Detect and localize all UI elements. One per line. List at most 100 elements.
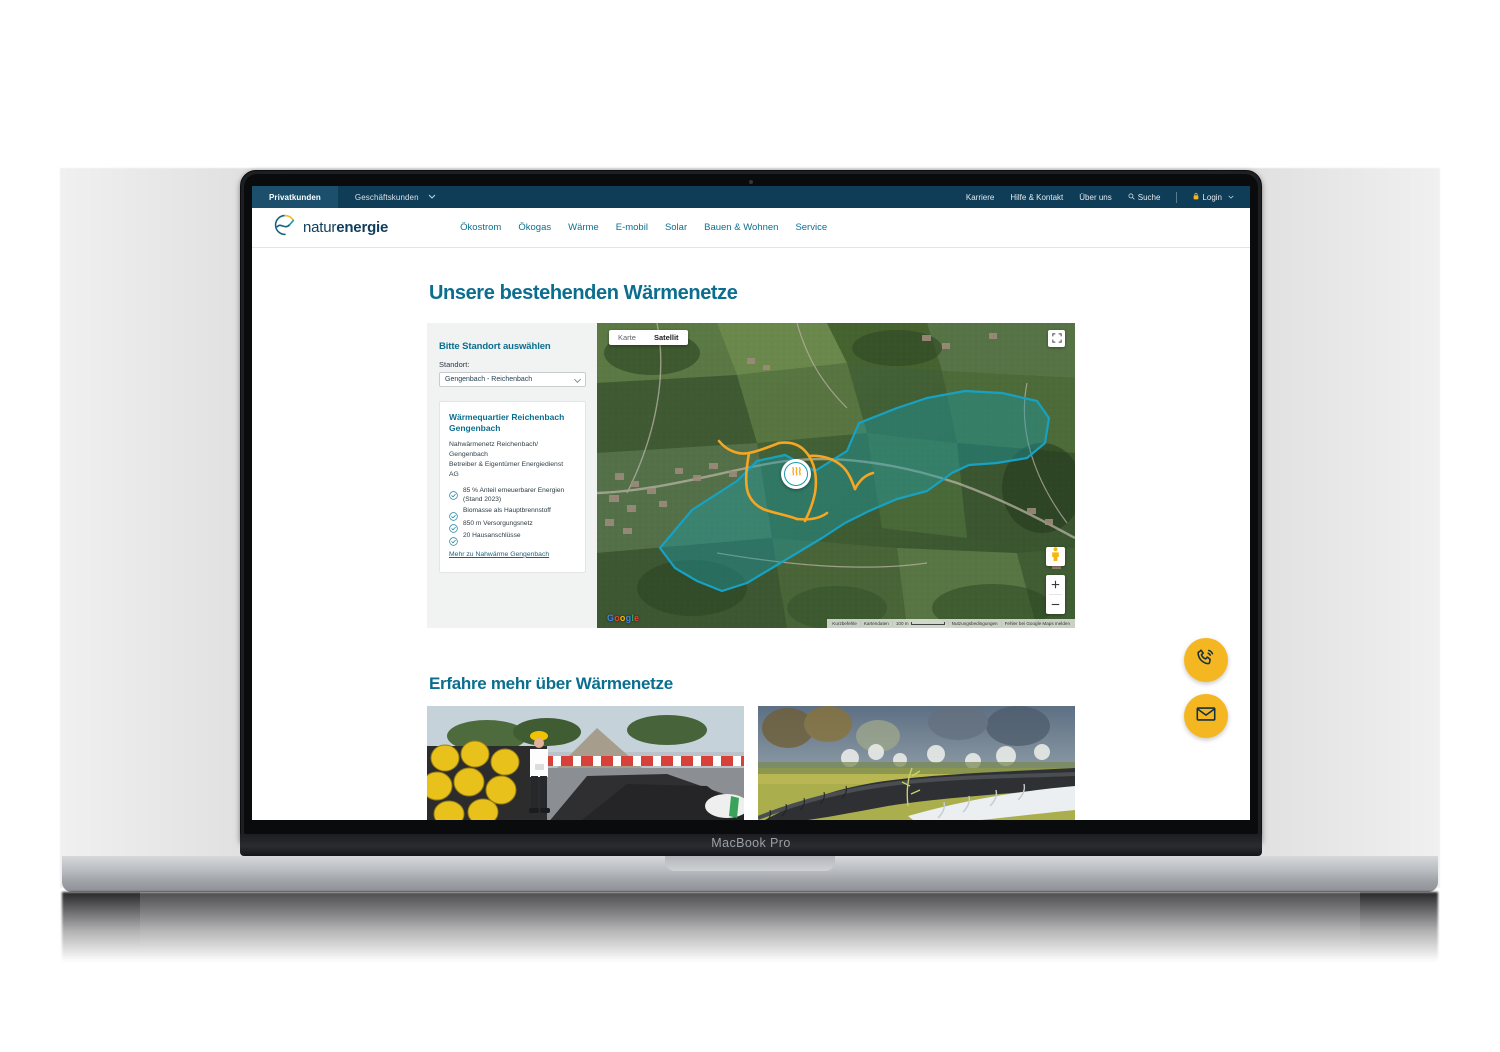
floating-contact-buttons [1184, 638, 1228, 738]
nav-item-oekostrom[interactable]: Ökostrom [460, 222, 501, 233]
fact-label: 850 m Versorgungsnetz [463, 519, 533, 527]
map-zoom-controls[interactable] [1046, 575, 1065, 614]
laptop-reflection [140, 892, 1360, 956]
teaser-image-pipes-worker[interactable] [427, 706, 744, 820]
attrib-report[interactable]: Fehler bei Google Maps melden [1000, 621, 1073, 626]
teaser-grid [427, 706, 1075, 820]
google-map[interactable]: Karte Satellit Google Kurzbefehle Karten… [597, 323, 1075, 628]
attrib-shortcuts[interactable]: Kurzbefehle [829, 621, 860, 626]
list-item: 20 Hausanschlüsse [449, 532, 576, 546]
utility-links: Karriere Hilfe & Kontakt Über uns Suche [966, 191, 1250, 203]
check-circle-icon [449, 533, 458, 546]
login-button[interactable]: Login [1193, 192, 1234, 202]
contact-mail-button[interactable] [1184, 694, 1228, 738]
tab-privatkunden[interactable]: Privatkunden [252, 186, 338, 208]
teaser-image-pipes-field[interactable] [758, 706, 1075, 820]
teaser-illustration [427, 706, 744, 820]
card-desc-line-4: AG [449, 470, 459, 478]
attrib-map-data: Kartendaten [859, 621, 892, 626]
check-circle-icon [449, 508, 458, 521]
tab-geschaeftskunden[interactable]: Geschäftskunden [338, 186, 453, 208]
map-scale: 100 m [891, 621, 948, 626]
search-button[interactable]: Suche [1128, 192, 1161, 202]
location-select[interactable]: Gengenbach - Reichenbach [439, 372, 586, 387]
chevron-down-icon [1228, 194, 1234, 201]
brand-name: naturenergie [303, 219, 388, 236]
main-navigation: naturenergie Ökostrom Ökogas Wärme E-mob… [252, 208, 1250, 248]
search-icon [1128, 193, 1135, 202]
map-satellite-imagery [597, 323, 1075, 628]
login-label: Login [1202, 192, 1222, 202]
map-type-karte[interactable]: Karte [609, 330, 645, 345]
section-title: Erfahre mehr über Wärmenetze [429, 674, 673, 693]
search-label: Suche [1137, 192, 1161, 202]
location-select-value: Gengenbach - Reichenbach [445, 376, 533, 383]
map-scale-label: 100 m [895, 621, 909, 626]
nav-item-solar[interactable]: Solar [665, 222, 687, 233]
map-attribution-bar: Kurzbefehle Kartendaten 100 m Nutzungsbe… [827, 619, 1075, 628]
nav-item-waerme[interactable]: Wärme [568, 222, 599, 233]
tab-privatkunden-label: Privatkunden [269, 192, 321, 202]
fact-label: Biomasse als Hauptbrennstoff [463, 507, 551, 515]
util-link-hilfe-kontakt[interactable]: Hilfe & Kontakt [1010, 193, 1063, 202]
heat-network-widget: Bitte Standort auswählen Standort: Genge… [427, 323, 1075, 628]
street-view-pegman-button[interactable] [1046, 547, 1065, 566]
nav-item-emobil[interactable]: E-mobil [616, 222, 648, 233]
card-description: Nahwärmenetz Reichenbach/ Gengenbach Bet… [449, 440, 576, 479]
heat-network-marker[interactable] [781, 459, 811, 489]
card-desc-line-1: Nahwärmenetz Reichenbach/ [449, 441, 539, 449]
contact-phone-button[interactable] [1184, 638, 1228, 682]
map-type-switcher[interactable]: Karte Satellit [609, 330, 688, 345]
chevron-down-icon [428, 194, 436, 201]
select-label: Standort: [439, 360, 470, 369]
street-view-pegman-icon [1050, 547, 1061, 566]
card-desc-line-3: Betreiber & Eigentümer Energiedienst [449, 460, 564, 468]
screenshot-root: Privatkunden Geschäftskunden Karriere Hi… [0, 0, 1500, 1052]
nav-item-service[interactable]: Service [795, 222, 827, 233]
zoom-out-button[interactable] [1046, 595, 1065, 614]
laptop-screen: Privatkunden Geschäftskunden Karriere Hi… [252, 186, 1250, 820]
check-circle-icon [449, 520, 458, 534]
map-scale-line [910, 622, 945, 625]
page-body: Unsere bestehenden Wärmenetze Bitte Stan… [252, 248, 1250, 820]
brand-name-bold: energie [336, 219, 389, 236]
fullscreen-button[interactable] [1048, 330, 1065, 347]
fact-label: 85 % Anteil erneuerbarer Energien (Stand… [463, 486, 565, 503]
marker-ring [784, 462, 808, 486]
card-desc-line-2: Gengenbach [449, 451, 488, 459]
util-link-karriere[interactable]: Karriere [966, 193, 994, 202]
tab-geschaeftskunden-label: Geschäftskunden [354, 192, 419, 202]
content-container: Unsere bestehenden Wärmenetze Bitte Stan… [427, 282, 1075, 820]
device-model-label: MacBook Pro [711, 836, 791, 850]
webcam-icon [749, 180, 753, 184]
laptop-base-notch [665, 856, 835, 871]
map-type-satellit[interactable]: Satellit [645, 330, 688, 345]
zoom-in-button[interactable] [1046, 575, 1065, 594]
sidebar-heading: Bitte Standort auswählen [439, 341, 551, 352]
list-item: Biomasse als Hauptbrennstoff [449, 507, 576, 521]
teaser-illustration [758, 706, 1075, 820]
chevron-down-icon [573, 375, 582, 384]
fact-list: 85 % Anteil erneuerbarer Energien (Stand… [449, 486, 576, 546]
google-logo: Google [607, 613, 639, 623]
list-item: 850 m Versorgungsnetz [449, 519, 576, 534]
page-title: Unsere bestehenden Wärmenetze [429, 282, 738, 304]
brand-logo[interactable]: naturenergie [272, 213, 388, 242]
location-info-card: Wärmequartier Reichenbach Gengenbach Nah… [439, 401, 586, 573]
util-link-ueber-uns[interactable]: Über uns [1079, 193, 1111, 202]
mail-icon [1195, 703, 1217, 730]
utility-bar: Privatkunden Geschäftskunden Karriere Hi… [252, 186, 1250, 208]
nav-item-oekogas[interactable]: Ökogas [518, 222, 551, 233]
attrib-terms[interactable]: Nutzungsbedingungen [947, 621, 1001, 626]
divider [1176, 191, 1178, 203]
card-more-link[interactable]: Mehr zu Nahwärme Gengenbach [449, 551, 549, 558]
location-selector-panel: Bitte Standort auswählen Standort: Genge… [427, 323, 597, 628]
nav-item-bauen-wohnen[interactable]: Bauen & Wohnen [704, 222, 778, 233]
nav-links: Ökostrom Ökogas Wärme E-mobil Solar Baue… [460, 222, 827, 233]
google-letter: e [634, 613, 640, 623]
website-viewport: Privatkunden Geschäftskunden Karriere Hi… [252, 186, 1250, 820]
phone-icon [1195, 647, 1217, 674]
lock-icon [1193, 192, 1199, 202]
brand-name-light: natur [303, 219, 337, 236]
card-title: Wärmequartier Reichenbach Gengenbach [449, 412, 565, 433]
